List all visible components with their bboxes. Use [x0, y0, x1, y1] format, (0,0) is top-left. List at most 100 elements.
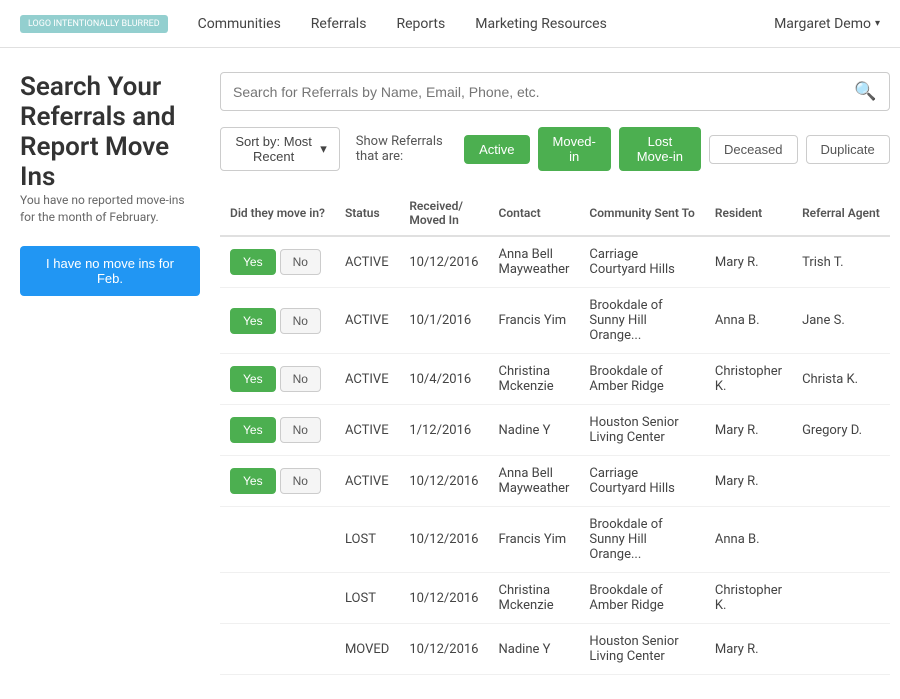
filter-duplicate-button[interactable]: Duplicate: [806, 135, 890, 164]
search-input[interactable]: [233, 84, 854, 100]
community-cell: Brookdale of Sunny Hill Orange...: [579, 507, 704, 573]
date-cell: 10/4/2016: [399, 354, 488, 405]
contact-cell: Nadine Y: [489, 405, 580, 456]
table-row: LOST10/12/2016Christina MckenzieBrookdal…: [220, 573, 890, 624]
agent-cell: [792, 624, 890, 675]
content-area: 🔍 Sort by: Most Recent ▾ Show Referrals …: [220, 72, 890, 675]
col-move-in: Did they move in?: [220, 191, 335, 236]
no-button[interactable]: No: [280, 249, 321, 275]
col-community: Community Sent To: [579, 191, 704, 236]
referrals-table: Did they move in? Status Received/Moved …: [220, 191, 890, 675]
contact-cell: Anna Bell Mayweather: [489, 236, 580, 288]
nav-bar: LOGO INTENTIONALLY BLURRED Communities R…: [0, 0, 900, 48]
date-cell: 1/12/2016: [399, 405, 488, 456]
status-cell: LOST: [335, 507, 399, 573]
page-title: Search Your Referrals and Report Move In…: [20, 72, 200, 192]
filter-active-button[interactable]: Active: [464, 135, 529, 164]
contact-cell: Francis Yim: [489, 507, 580, 573]
agent-cell: Jane S.: [792, 288, 890, 354]
no-button[interactable]: No: [280, 308, 321, 334]
col-date: Received/Moved In: [399, 191, 488, 236]
resident-cell: Anna B.: [705, 507, 792, 573]
filter-deceased-button[interactable]: Deceased: [709, 135, 798, 164]
sort-label: Sort by: Most Recent: [233, 134, 314, 164]
filter-lost-move-in-button[interactable]: Lost Move-in: [619, 127, 701, 171]
move-in-cell: YesNo: [220, 456, 335, 507]
resident-cell: Christopher K.: [705, 573, 792, 624]
sort-chevron-icon: ▾: [320, 141, 327, 157]
table-header: Did they move in? Status Received/Moved …: [220, 191, 890, 236]
yes-button[interactable]: Yes: [230, 468, 276, 494]
nav-link-referrals[interactable]: Referrals: [311, 16, 367, 32]
status-cell: ACTIVE: [335, 354, 399, 405]
move-in-cell: YesNo: [220, 405, 335, 456]
status-cell: ACTIVE: [335, 405, 399, 456]
nav-link-marketing[interactable]: Marketing Resources: [475, 16, 607, 32]
move-in-cell: [220, 507, 335, 573]
nav-link-reports[interactable]: Reports: [396, 16, 445, 32]
table-body: YesNoACTIVE10/12/2016Anna Bell Mayweathe…: [220, 236, 890, 675]
community-cell: Brookdale of Amber Ridge: [579, 573, 704, 624]
date-cell: 10/1/2016: [399, 288, 488, 354]
yes-button[interactable]: Yes: [230, 308, 276, 334]
no-move-ins-button[interactable]: I have no move ins for Feb.: [20, 246, 200, 296]
move-in-cell: YesNo: [220, 354, 335, 405]
resident-cell: Christopher K.: [705, 354, 792, 405]
community-cell: Brookdale of Amber Ridge: [579, 354, 704, 405]
move-in-cell: YesNo: [220, 236, 335, 288]
nav-logo: LOGO INTENTIONALLY BLURRED: [20, 15, 168, 33]
date-cell: 10/12/2016: [399, 236, 488, 288]
community-cell: Carriage Courtyard Hills: [579, 456, 704, 507]
agent-cell: Trish T.: [792, 236, 890, 288]
status-cell: ACTIVE: [335, 236, 399, 288]
community-cell: Carriage Courtyard Hills: [579, 236, 704, 288]
agent-cell: [792, 573, 890, 624]
no-button[interactable]: No: [280, 366, 321, 392]
table-row: YesNoACTIVE10/4/2016Christina MckenzieBr…: [220, 354, 890, 405]
contact-cell: Christina Mckenzie: [489, 573, 580, 624]
status-cell: LOST: [335, 573, 399, 624]
nav-links: Communities Referrals Reports Marketing …: [198, 16, 774, 32]
contact-cell: Nadine Y: [489, 624, 580, 675]
status-cell: ACTIVE: [335, 456, 399, 507]
contact-cell: Christina Mckenzie: [489, 354, 580, 405]
agent-cell: [792, 507, 890, 573]
chevron-down-icon: ▾: [875, 18, 880, 29]
filter-bar: Sort by: Most Recent ▾ Show Referrals th…: [220, 127, 890, 171]
col-agent: Referral Agent: [792, 191, 890, 236]
yes-button[interactable]: Yes: [230, 417, 276, 443]
agent-cell: Christa K.: [792, 354, 890, 405]
no-button[interactable]: No: [280, 417, 321, 443]
date-cell: 10/12/2016: [399, 507, 488, 573]
col-status: Status: [335, 191, 399, 236]
move-in-cell: YesNo: [220, 288, 335, 354]
sort-dropdown[interactable]: Sort by: Most Recent ▾: [220, 127, 340, 171]
community-cell: Houston Senior Living Center: [579, 624, 704, 675]
col-resident: Resident: [705, 191, 792, 236]
contact-cell: Francis Yim: [489, 288, 580, 354]
filter-moved-in-button[interactable]: Moved-in: [538, 127, 611, 171]
nav-user-menu[interactable]: Margaret Demo ▾: [774, 16, 880, 32]
date-cell: 10/12/2016: [399, 624, 488, 675]
nav-username: Margaret Demo: [774, 16, 871, 32]
date-cell: 10/12/2016: [399, 573, 488, 624]
resident-cell: Mary R.: [705, 405, 792, 456]
yes-button[interactable]: Yes: [230, 366, 276, 392]
no-button[interactable]: No: [280, 468, 321, 494]
search-icon: 🔍: [854, 81, 876, 102]
community-cell: Houston Senior Living Center: [579, 405, 704, 456]
table-row: YesNoACTIVE1/12/2016Nadine YHouston Seni…: [220, 405, 890, 456]
status-cell: ACTIVE: [335, 288, 399, 354]
resident-cell: Mary R.: [705, 236, 792, 288]
status-cell: MOVED: [335, 624, 399, 675]
resident-cell: Mary R.: [705, 456, 792, 507]
nav-link-communities[interactable]: Communities: [198, 16, 281, 32]
sidebar-notice: You have no reported move-ins for the mo…: [20, 192, 200, 226]
yes-button[interactable]: Yes: [230, 249, 276, 275]
contact-cell: Anna Bell Mayweather: [489, 456, 580, 507]
sidebar: Search Your Referrals and Report Move In…: [20, 72, 200, 675]
date-cell: 10/12/2016: [399, 456, 488, 507]
table-row: YesNoACTIVE10/12/2016Anna Bell Mayweathe…: [220, 236, 890, 288]
community-cell: Brookdale of Sunny Hill Orange...: [579, 288, 704, 354]
table-row: LOST10/12/2016Francis YimBrookdale of Su…: [220, 507, 890, 573]
